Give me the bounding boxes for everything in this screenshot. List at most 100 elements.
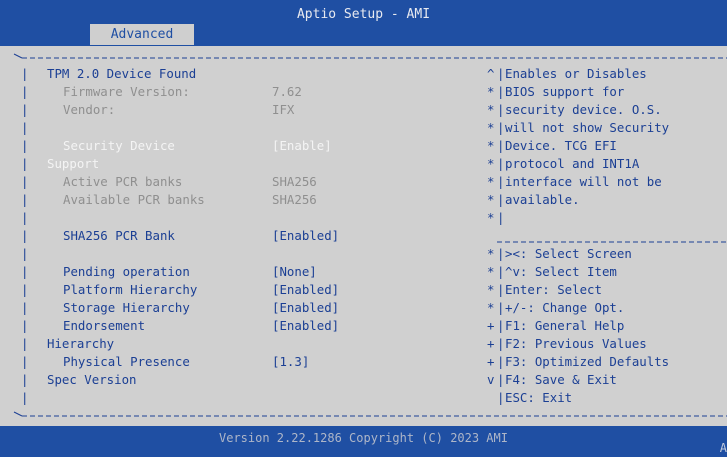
endorsement-label-cont[interactable]: Hierarchy xyxy=(47,335,114,353)
scroll-marker: + xyxy=(487,354,495,369)
scroll-marker: * xyxy=(487,210,495,225)
help-divider: | xyxy=(497,102,505,117)
corner-text: A xyxy=(719,441,727,455)
key-hint-line: F4: Save & Exit xyxy=(505,372,617,387)
help-text-line: Enables or Disables xyxy=(505,66,647,81)
scroll-marker: * xyxy=(487,246,495,261)
left-border-pipe: | xyxy=(21,246,29,261)
left-border-pipe: | xyxy=(21,174,29,189)
endorsement-label[interactable]: Endorsement xyxy=(63,317,145,335)
left-border-pipe: | xyxy=(21,336,29,351)
platform-hierarchy-value[interactable]: [Enabled] xyxy=(272,281,339,299)
key-hint-line: ><: Select Screen xyxy=(505,246,632,261)
help-divider: | xyxy=(497,390,505,405)
left-border-pipe: | xyxy=(21,390,29,405)
tab-advanced[interactable]: Advanced xyxy=(90,24,194,45)
physical-presence-label[interactable]: Physical Presence xyxy=(63,353,190,371)
scroll-marker: v xyxy=(487,372,495,387)
physical-presence-value[interactable]: [1.3] xyxy=(272,353,309,371)
security-device-value[interactable]: [Enable] xyxy=(272,137,332,155)
help-divider: | xyxy=(497,372,505,387)
help-divider: | xyxy=(497,282,505,297)
tpm-found-text: TPM 2.0 Device Found xyxy=(47,66,197,81)
help-divider: | xyxy=(497,84,505,99)
app-title: Aptio Setup - AMI xyxy=(296,7,431,22)
scroll-marker: * xyxy=(487,264,495,279)
help-text-line: interface will not be xyxy=(505,174,662,189)
scroll-marker: * xyxy=(487,192,495,207)
help-divider: | xyxy=(497,66,505,81)
left-border-pipe: | xyxy=(21,66,29,81)
left-border-pipe: | xyxy=(21,282,29,297)
settings-panel: | | | | | | | | | | | | | | | | | | | TPM 2.0 Device Found… xyxy=(0,46,727,426)
sha256-bank-value[interactable]: [Enabled] xyxy=(272,227,339,245)
scroll-marker: * xyxy=(487,120,495,135)
storage-hierarchy-value[interactable]: [Enabled] xyxy=(272,299,339,317)
help-text-line: will not show Security xyxy=(505,120,670,135)
scroll-marker: * xyxy=(487,174,495,189)
left-border-pipe: | xyxy=(21,300,29,315)
scroll-marker: ^ xyxy=(487,66,495,81)
firmware-version-label: Firmware Version: xyxy=(63,84,190,99)
help-divider: | xyxy=(497,174,505,189)
help-divider: | xyxy=(497,156,505,171)
security-device-label[interactable]: Security Device xyxy=(63,137,175,155)
left-border-pipe: | xyxy=(21,354,29,369)
help-text-line: security device. O.S. xyxy=(505,102,662,117)
help-divider: | xyxy=(497,246,505,261)
help-divider: | xyxy=(497,318,505,333)
left-border-pipe: | xyxy=(21,84,29,99)
help-text-line: protocol and INT1A xyxy=(505,156,640,171)
storage-hierarchy-label[interactable]: Storage Hierarchy xyxy=(63,299,190,317)
left-border-pipe: | xyxy=(21,264,29,279)
left-border-pipe: | xyxy=(21,138,29,153)
key-hint-line: Enter: Select xyxy=(505,282,602,297)
help-text-line: available. xyxy=(505,192,580,207)
title-bar: Aptio Setup - AMI Advanced xyxy=(0,0,727,46)
physical-presence-label-cont[interactable]: Spec Version xyxy=(47,371,137,389)
key-hint-line: ESC: Exit xyxy=(505,390,573,405)
left-border-pipe: | xyxy=(21,372,29,387)
available-pcr-value: SHA256 xyxy=(272,192,317,207)
scroll-marker: * xyxy=(487,282,495,297)
key-hint-line: F3: Optimized Defaults xyxy=(505,354,670,369)
footer-bar: Version 2.22.1286 Copyright (C) 2023 AMI… xyxy=(0,426,727,457)
help-divider: | xyxy=(497,300,505,315)
security-device-label-cont[interactable]: Support xyxy=(47,155,99,173)
help-divider: | xyxy=(497,264,505,279)
help-divider: | xyxy=(497,210,505,225)
left-border-pipe: | xyxy=(21,318,29,333)
key-hint-line: ^v: Select Item xyxy=(505,264,617,279)
left-border-pipe: | xyxy=(21,156,29,171)
left-border-pipe: | xyxy=(21,210,29,225)
firmware-version-value: 7.62 xyxy=(272,84,302,99)
active-pcr-label: Active PCR banks xyxy=(63,174,183,189)
help-text-line: BIOS support for xyxy=(505,84,625,99)
left-border-pipe: | xyxy=(21,120,29,135)
scroll-marker: + xyxy=(487,336,495,351)
key-hint-line: F1: General Help xyxy=(505,318,625,333)
pending-operation-value[interactable]: [None] xyxy=(272,263,317,281)
pending-operation-label[interactable]: Pending operation xyxy=(63,263,190,281)
left-border-pipe: | xyxy=(21,102,29,117)
platform-hierarchy-label[interactable]: Platform Hierarchy xyxy=(63,281,197,299)
available-pcr-label: Available PCR banks xyxy=(63,192,205,207)
help-divider: | xyxy=(497,192,505,207)
scroll-marker: * xyxy=(487,84,495,99)
help-text-line: Device. TCG EFI xyxy=(505,138,617,153)
vendor-value: IFX xyxy=(272,102,295,117)
scroll-marker: * xyxy=(487,300,495,315)
version-text: Version 2.22.1286 Copyright (C) 2023 AMI xyxy=(219,431,508,445)
scroll-marker: * xyxy=(487,138,495,153)
key-hint-line: F2: Previous Values xyxy=(505,336,647,351)
help-divider: | xyxy=(497,120,505,135)
scroll-marker: + xyxy=(487,318,495,333)
active-pcr-value: SHA256 xyxy=(272,174,317,189)
endorsement-value[interactable]: [Enabled] xyxy=(272,317,339,335)
left-border-pipe: | xyxy=(21,228,29,243)
help-divider: | xyxy=(497,354,505,369)
key-hint-line: +/-: Change Opt. xyxy=(505,300,625,315)
sha256-bank-label[interactable]: SHA256 PCR Bank xyxy=(63,227,175,245)
scroll-marker: * xyxy=(487,102,495,117)
left-border-pipe: | xyxy=(21,192,29,207)
